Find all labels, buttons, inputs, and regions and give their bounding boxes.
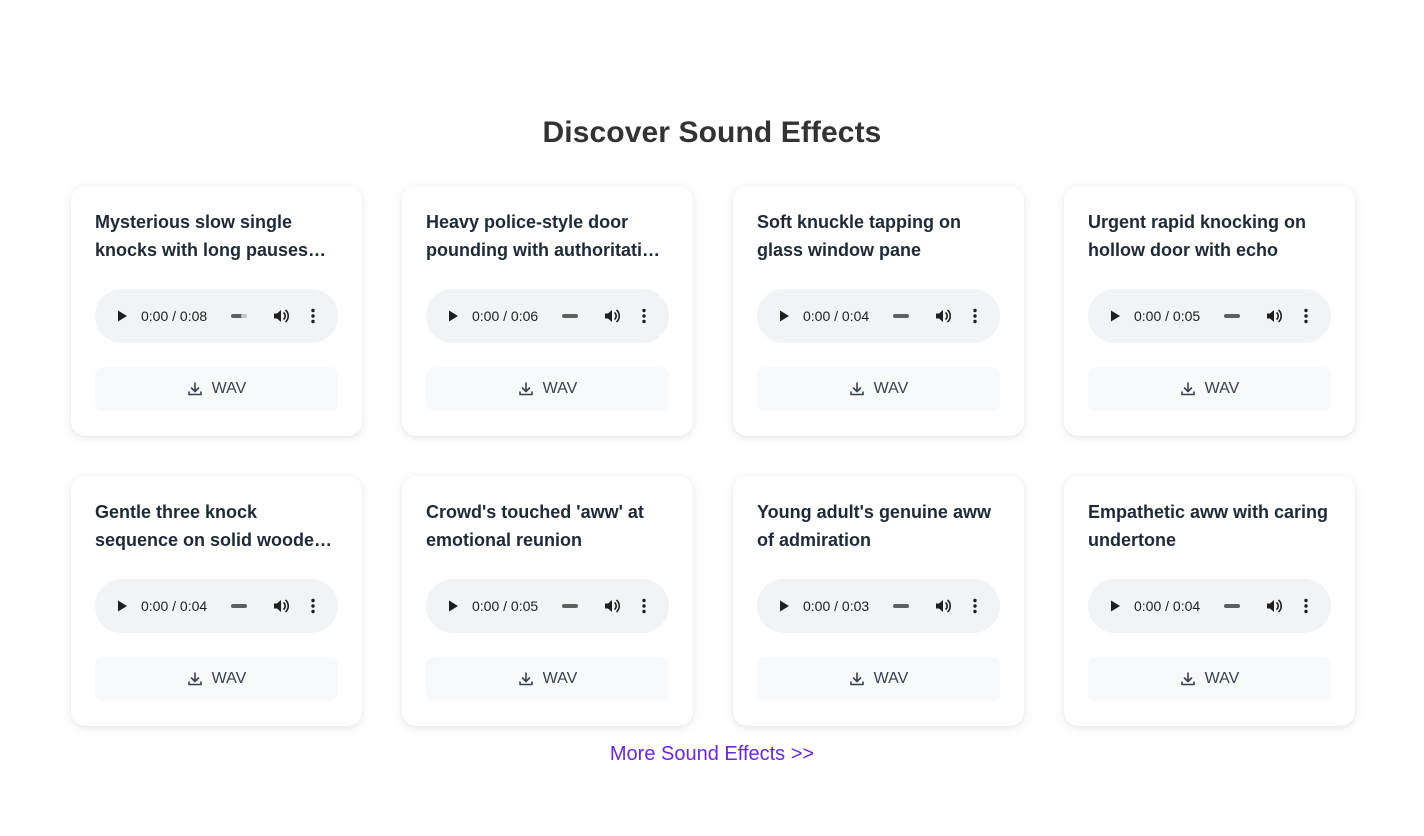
sound-card: Mysterious slow single knocks with long … <box>71 186 362 436</box>
download-label: WAV <box>1204 380 1240 397</box>
audio-player[interactable]: 0:00 / 0:05 <box>1088 289 1331 343</box>
play-icon[interactable] <box>775 597 793 615</box>
download-label: WAV <box>211 670 247 687</box>
sound-card: Crowd's touched 'aww' at emotional reuni… <box>402 476 693 726</box>
download-icon <box>1180 671 1196 687</box>
download-icon <box>1180 381 1196 397</box>
play-icon[interactable] <box>1106 307 1124 325</box>
play-icon[interactable] <box>444 307 462 325</box>
volume-icon[interactable] <box>1265 597 1283 615</box>
download-label: WAV <box>873 670 909 687</box>
volume-icon[interactable] <box>603 597 621 615</box>
volume-icon[interactable] <box>934 307 952 325</box>
sound-card: Gentle three knock sequence on solid woo… <box>71 476 362 726</box>
time-display: 0:00 / 0:08 <box>141 308 208 324</box>
time-display: 0:00 / 0:05 <box>472 598 539 614</box>
download-wav-button[interactable]: WAV <box>1088 657 1331 701</box>
time-display: 0:00 / 0:04 <box>1134 598 1201 614</box>
sound-card: Heavy police-style door pounding with au… <box>402 186 693 436</box>
progress-bar[interactable] <box>893 604 909 608</box>
audio-player[interactable]: 0:00 / 0:04 <box>95 579 338 633</box>
download-label: WAV <box>1204 670 1240 687</box>
time-display: 0:00 / 0:04 <box>141 598 208 614</box>
more-vertical-icon[interactable] <box>966 307 984 325</box>
download-icon <box>187 671 203 687</box>
page-title: Discover Sound Effects <box>542 116 882 149</box>
sound-title: Gentle three knock sequence on solid woo… <box>95 502 326 550</box>
time-display: 0:00 / 0:05 <box>1134 308 1201 324</box>
sound-title: Young adult's genuine aww of admiration <box>757 502 991 550</box>
download-wav-button[interactable]: WAV <box>426 367 669 411</box>
progress-bar[interactable] <box>562 604 578 608</box>
time-display: 0:00 / 0:03 <box>803 598 870 614</box>
audio-player[interactable]: 0:00 / 0:04 <box>757 289 1000 343</box>
play-icon[interactable] <box>1106 597 1124 615</box>
more-vertical-icon[interactable] <box>1297 597 1315 615</box>
download-wav-button[interactable]: WAV <box>757 367 1000 411</box>
audio-player[interactable]: 0:00 / 0:04 <box>1088 579 1331 633</box>
download-label: WAV <box>542 380 578 397</box>
audio-player[interactable]: 0:00 / 0:03 <box>757 579 1000 633</box>
sound-grid: Mysterious slow single knocks with long … <box>71 186 1355 726</box>
sound-card: Young adult's genuine aww of admiration … <box>733 476 1024 726</box>
audio-player[interactable]: 0:00 / 0:06 <box>426 289 669 343</box>
play-icon[interactable] <box>113 597 131 615</box>
sound-title: Crowd's touched 'aww' at emotional reuni… <box>426 502 644 550</box>
more-vertical-icon[interactable] <box>635 597 653 615</box>
volume-icon[interactable] <box>272 597 290 615</box>
download-icon <box>187 381 203 397</box>
download-wav-button[interactable]: WAV <box>95 367 338 411</box>
download-wav-button[interactable]: WAV <box>426 657 669 701</box>
more-vertical-icon[interactable] <box>304 597 322 615</box>
download-wav-button[interactable]: WAV <box>95 657 338 701</box>
volume-icon[interactable] <box>1265 307 1283 325</box>
more-vertical-icon[interactable] <box>966 597 984 615</box>
time-display: 0:00 / 0:04 <box>803 308 870 324</box>
download-icon <box>849 671 865 687</box>
play-icon[interactable] <box>775 307 793 325</box>
volume-icon[interactable] <box>934 597 952 615</box>
more-vertical-icon[interactable] <box>1297 307 1315 325</box>
progress-bar[interactable] <box>562 314 578 318</box>
progress-bar[interactable] <box>231 604 247 608</box>
progress-bar[interactable] <box>231 314 247 318</box>
sound-card: Urgent rapid knocking on hollow door wit… <box>1064 186 1355 436</box>
download-wav-button[interactable]: WAV <box>757 657 1000 701</box>
more-sound-effects-label[interactable]: More Sound Effects >> <box>610 743 814 765</box>
download-icon <box>849 381 865 397</box>
progress-bar[interactable] <box>1224 604 1240 608</box>
progress-bar[interactable] <box>893 314 909 318</box>
more-vertical-icon[interactable] <box>635 307 653 325</box>
sound-title: Empathetic aww with caring undertone <box>1088 502 1329 550</box>
download-icon <box>518 381 534 397</box>
volume-icon[interactable] <box>603 307 621 325</box>
audio-player[interactable]: 0:00 / 0:05 <box>426 579 669 633</box>
more-vertical-icon[interactable] <box>304 307 322 325</box>
time-display: 0:00 / 0:06 <box>472 308 539 324</box>
sound-card: Soft knuckle tapping on glass window pan… <box>733 186 1024 436</box>
progress-bar[interactable] <box>1224 314 1240 318</box>
volume-icon[interactable] <box>272 307 290 325</box>
play-icon[interactable] <box>444 597 462 615</box>
sound-title: Heavy police-style door pounding with au… <box>426 212 662 260</box>
download-wav-button[interactable]: WAV <box>1088 367 1331 411</box>
sound-title: Soft knuckle tapping on glass window pan… <box>757 212 962 260</box>
sound-title: Mysterious slow single knocks with long … <box>95 212 309 260</box>
audio-player[interactable]: 0:00 / 0:08 <box>95 289 338 343</box>
play-icon[interactable] <box>113 307 131 325</box>
download-icon <box>518 671 534 687</box>
download-label: WAV <box>542 670 578 687</box>
sound-title: Urgent rapid knocking on hollow door wit… <box>1088 212 1307 260</box>
download-label: WAV <box>211 380 247 397</box>
download-label: WAV <box>873 380 909 397</box>
more-sound-effects-link[interactable]: More Sound Effects >> <box>0 743 1424 766</box>
sound-card: Empathetic aww with caring undertone 0:0… <box>1064 476 1355 726</box>
